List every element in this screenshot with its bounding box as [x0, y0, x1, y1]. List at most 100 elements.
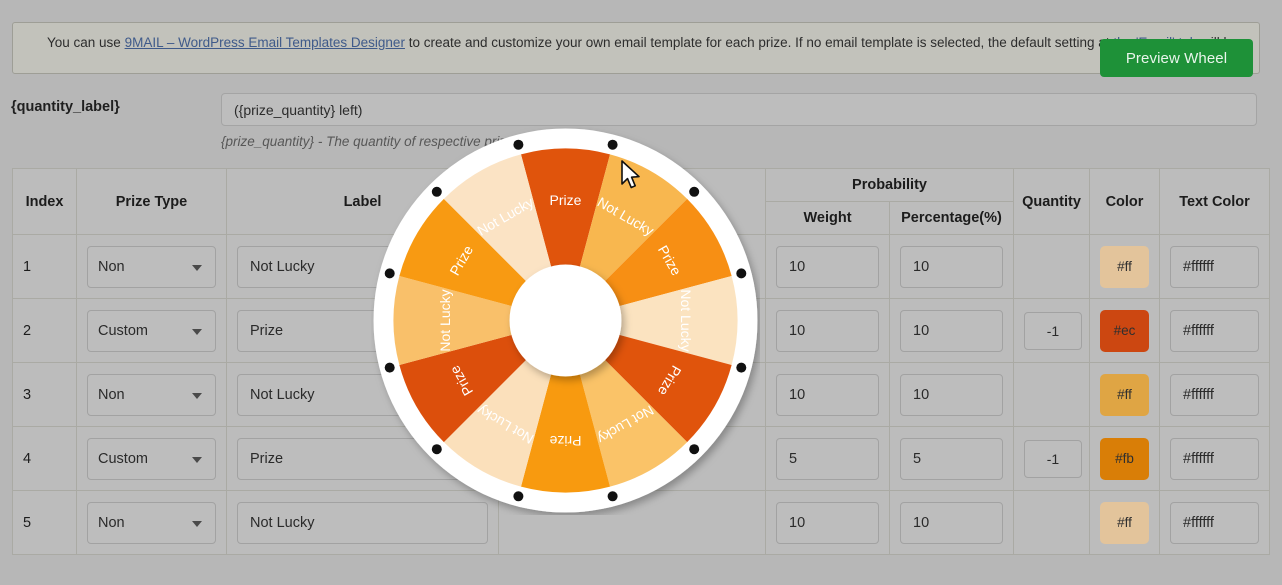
cell-weight — [765, 234, 890, 299]
cell-percentage — [889, 234, 1014, 299]
text-color-input[interactable] — [1170, 437, 1259, 480]
prize-table: Index Prize Type Label Probability Quant… — [12, 168, 1270, 555]
cell-quantity — [1013, 298, 1090, 363]
percentage-input[interactable] — [900, 501, 1003, 544]
cell-label — [226, 490, 499, 555]
cell-prize-type: NonCustom — [76, 362, 227, 427]
cell-description — [498, 362, 766, 427]
weight-input[interactable] — [776, 501, 879, 544]
weight-input[interactable] — [776, 309, 879, 352]
text-color-input[interactable] — [1170, 501, 1259, 544]
cell-quantity — [1013, 362, 1090, 427]
cell-index: 4 — [12, 426, 77, 491]
quantity-input[interactable] — [1024, 311, 1082, 350]
cell-color — [1089, 426, 1160, 491]
cell-quantity — [1013, 426, 1090, 491]
label-input[interactable] — [237, 309, 488, 352]
color-picker-input[interactable] — [1100, 437, 1149, 480]
cell-description — [498, 298, 766, 363]
preview-wheel-button[interactable]: Preview Wheel — [1100, 39, 1253, 77]
color-picker-input[interactable] — [1100, 501, 1149, 544]
label-input[interactable] — [237, 245, 488, 288]
color-picker-input[interactable] — [1100, 245, 1149, 288]
cell-description — [498, 426, 766, 491]
text-color-input[interactable] — [1170, 245, 1259, 288]
cell-weight — [765, 362, 890, 427]
percentage-input[interactable] — [900, 437, 1003, 480]
cell-color — [1089, 298, 1160, 363]
label-input[interactable] — [237, 373, 488, 416]
quantity-label-input[interactable] — [221, 93, 1257, 126]
cell-color — [1089, 490, 1160, 555]
cell-prize-type: NonCustom — [76, 234, 227, 299]
wheel-rim-dot — [607, 139, 618, 150]
cell-description — [498, 490, 766, 555]
th-color: Color — [1089, 168, 1160, 235]
cell-weight — [765, 490, 890, 555]
label-input[interactable] — [237, 437, 488, 480]
cell-prize-type: NonCustom — [76, 426, 227, 491]
th-text-color: Text Color — [1159, 168, 1270, 235]
cell-label — [226, 426, 499, 491]
cell-index: 3 — [12, 362, 77, 427]
prize-type-select[interactable]: NonCustom — [87, 501, 216, 544]
text-color-input[interactable] — [1170, 309, 1259, 352]
cell-prize-type: NonCustom — [76, 490, 227, 555]
cell-weight — [765, 298, 890, 363]
percentage-input[interactable] — [900, 309, 1003, 352]
prize-type-select[interactable]: NonCustom — [87, 437, 216, 480]
info-notice: You can use 9MAIL – WordPress Email Temp… — [12, 22, 1260, 74]
cell-text-color — [1159, 234, 1270, 299]
table-row: 4NonCustom — [12, 426, 1270, 491]
th-quantity: Quantity — [1013, 168, 1090, 235]
th-weight: Weight — [765, 201, 890, 235]
th-index: Index — [12, 168, 77, 235]
cell-description — [498, 234, 766, 299]
percentage-input[interactable] — [900, 245, 1003, 288]
cell-label — [226, 362, 499, 427]
cell-text-color — [1159, 298, 1270, 363]
cell-text-color — [1159, 362, 1270, 427]
weight-input[interactable] — [776, 245, 879, 288]
prize-table-wrapper: Index Prize Type Label Probability Quant… — [12, 168, 1270, 555]
cell-text-color — [1159, 490, 1270, 555]
th-prize-type: Prize Type — [76, 168, 227, 235]
prize-type-select[interactable]: NonCustom — [87, 373, 216, 416]
nine-mail-link[interactable]: 9MAIL – WordPress Email Templates Design… — [125, 35, 405, 50]
table-row: 5NonCustom — [12, 490, 1270, 555]
weight-input[interactable] — [776, 437, 879, 480]
cell-weight — [765, 426, 890, 491]
cell-quantity — [1013, 234, 1090, 299]
notice-prefix: You can use — [47, 35, 125, 50]
cell-color — [1089, 362, 1160, 427]
cell-percentage — [889, 298, 1014, 363]
table-row: 2NonCustom — [12, 298, 1270, 363]
th-percentage: Percentage(%) — [889, 201, 1014, 235]
table-row: 1NonCustom — [12, 234, 1270, 299]
weight-input[interactable] — [776, 373, 879, 416]
color-picker-input[interactable] — [1100, 309, 1149, 352]
cell-label — [226, 234, 499, 299]
cell-percentage — [889, 490, 1014, 555]
percentage-input[interactable] — [900, 373, 1003, 416]
quantity-label-hint: {prize_quantity} - The quantity of respe… — [221, 134, 514, 149]
quantity-label-title: {quantity_label} — [11, 99, 120, 115]
cell-color — [1089, 234, 1160, 299]
prize-type-select[interactable]: NonCustom — [87, 309, 216, 352]
cell-percentage — [889, 426, 1014, 491]
notice-bullet: You can use 9MAIL – WordPress Email Temp… — [47, 33, 1243, 53]
color-picker-input[interactable] — [1100, 373, 1149, 416]
cell-quantity — [1013, 490, 1090, 555]
cell-index: 5 — [12, 490, 77, 555]
wheel-rim-dot — [513, 139, 524, 150]
mouse-cursor-icon — [620, 160, 642, 197]
text-color-input[interactable] — [1170, 373, 1259, 416]
quantity-input[interactable] — [1024, 439, 1082, 478]
prize-type-select[interactable]: NonCustom — [87, 245, 216, 288]
th-probability: Probability — [765, 168, 1014, 202]
label-input[interactable] — [237, 501, 488, 544]
table-row: 3NonCustom — [12, 362, 1270, 427]
cell-label — [226, 298, 499, 363]
th-label: Label — [226, 168, 499, 235]
prize-table-body: 1NonCustom2NonCustom3NonCustom4NonCustom… — [12, 234, 1270, 555]
